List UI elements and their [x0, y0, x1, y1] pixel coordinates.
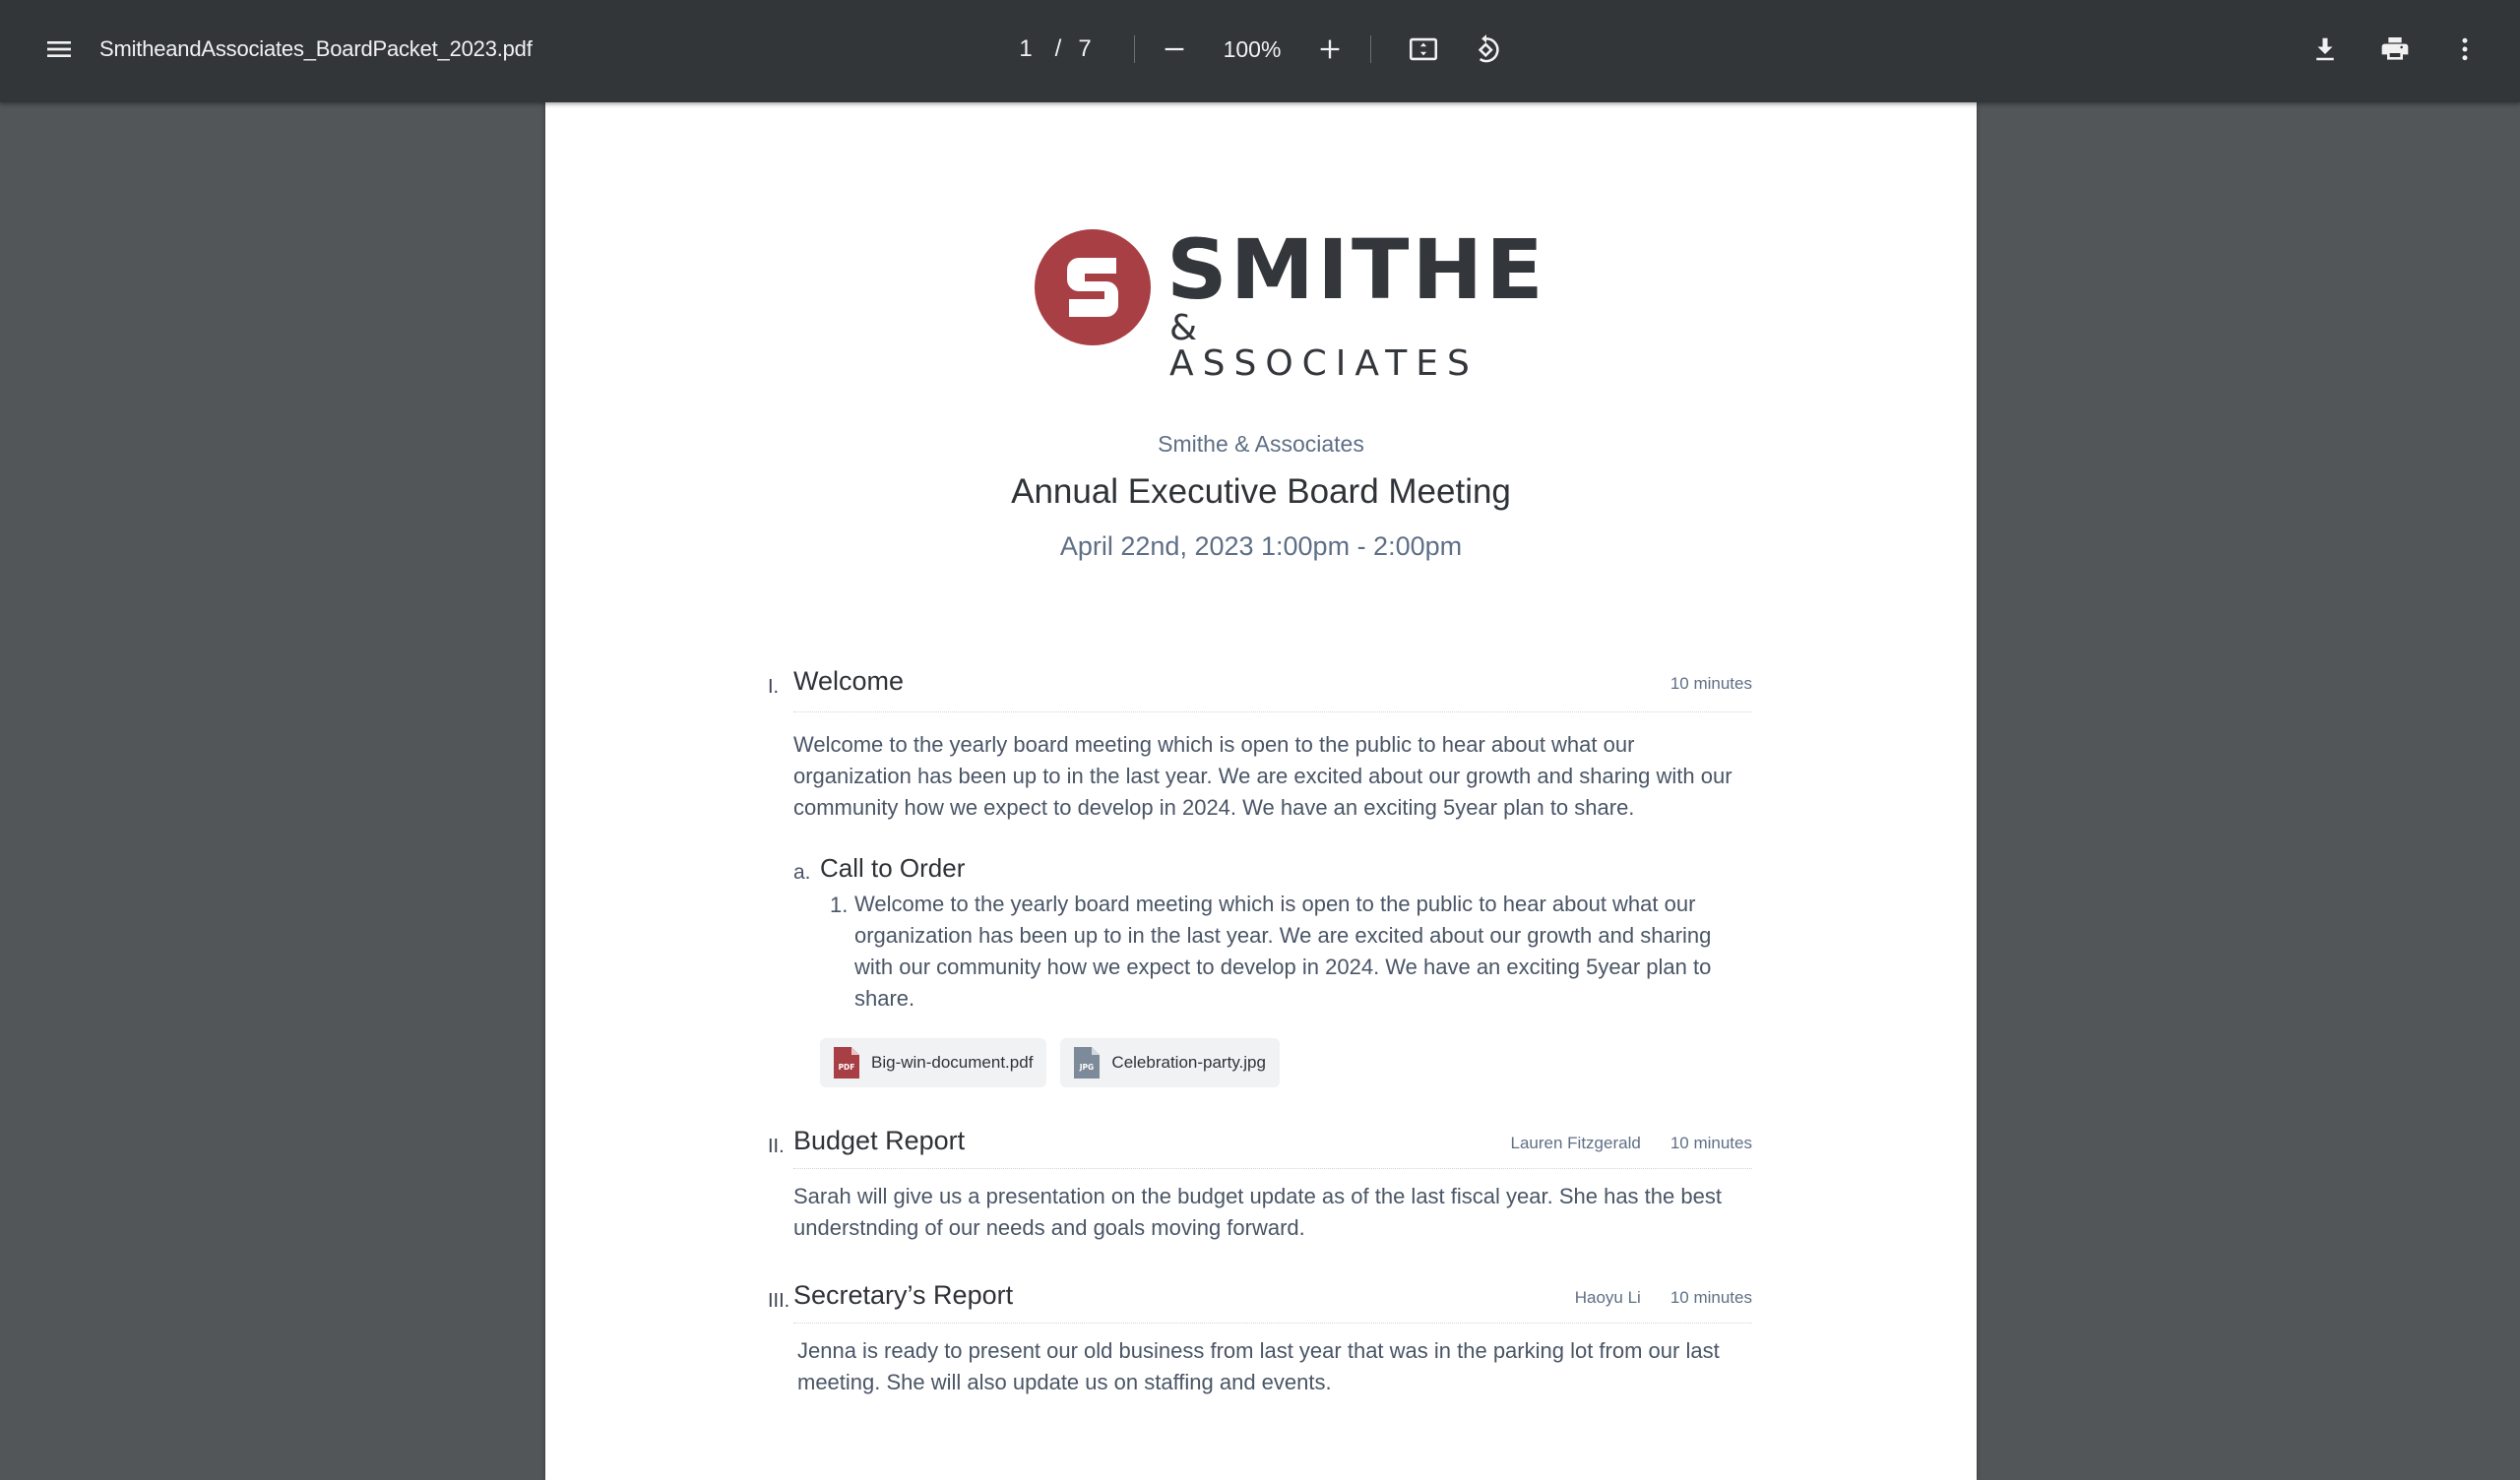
menu-icon [47, 41, 71, 57]
pdf-page: SMITHE & ASSOCIATES Smithe & Associates … [545, 102, 1977, 1480]
attachment-name: Big-win-document.pdf [871, 1053, 1034, 1072]
list-item-number: 1. [830, 893, 849, 917]
logo-mark-icon [1035, 229, 1151, 345]
toolbar-divider [1370, 35, 1371, 63]
rotate-button[interactable] [1459, 22, 1514, 77]
pdf-toolbar: SmitheandAssociates_BoardPacket_2023.pdf… [0, 0, 2520, 102]
section-title: Secretary’s Report [793, 1280, 1014, 1310]
rotate-counterclockwise-icon [1478, 34, 1499, 63]
download-icon [2316, 37, 2334, 61]
attachments-list: PDF Big-win-document.pdf JPG Celebration… [820, 1038, 1280, 1087]
logo-wordmark: SMITHE [1166, 221, 1546, 318]
current-page-input[interactable]: 1 [1009, 30, 1042, 69]
svg-text:JPG: JPG [1079, 1063, 1094, 1072]
section-number: I. [768, 676, 780, 698]
list-item-text: Welcome to the yearly board meeting whic… [854, 892, 1712, 1011]
subsection-title: Call to Order [820, 853, 966, 883]
pdf-file-icon: PDF [834, 1047, 859, 1079]
svg-text:PDF: PDF [839, 1063, 855, 1072]
total-pages: 7 [1078, 35, 1092, 62]
section-divider [793, 1168, 1752, 1169]
zoom-level[interactable]: 100% [1211, 30, 1293, 69]
attachment-pdf[interactable]: PDF Big-win-document.pdf [820, 1038, 1047, 1087]
section-title: Welcome [793, 666, 905, 696]
section-duration: 10 minutes [1670, 1134, 1752, 1152]
agenda-section-header: I. Welcome 10 minutes [768, 666, 1752, 706]
section-meta: Lauren Fitzgerald 10 minutes [1511, 1134, 1752, 1153]
menu-button[interactable] [32, 22, 87, 77]
minus-icon [1165, 47, 1184, 51]
section-divider [793, 1323, 1752, 1324]
zoom-in-button[interactable] [1302, 22, 1357, 77]
section-body: Welcome to the yearly board meeting whic… [793, 732, 1732, 820]
attachment-jpg[interactable]: JPG Celebration-party.jpg [1060, 1038, 1280, 1087]
organization-name: Smithe & Associates [1158, 431, 1364, 457]
section-number: II. [768, 1136, 785, 1157]
section-duration: 10 minutes [1670, 674, 1752, 693]
zoom-out-button[interactable] [1147, 22, 1202, 77]
section-meta: 10 minutes [1670, 674, 1752, 694]
meeting-title: Annual Executive Board Meeting [1011, 472, 1511, 511]
image-file-icon: JPG [1074, 1047, 1101, 1079]
document-title: SmitheandAssociates_BoardPacket_2023.pdf [99, 36, 533, 61]
plus-icon [1320, 39, 1340, 59]
logo-subline: & ASSOCIATES [1169, 308, 1479, 384]
section-number: III. [768, 1290, 790, 1312]
print-button[interactable] [2367, 22, 2423, 77]
section-divider [793, 711, 1752, 712]
attachment-name: Celebration-party.jpg [1111, 1053, 1266, 1072]
agenda-section-header: II. Budget Report Lauren Fitzgerald 10 m… [768, 1126, 1752, 1165]
page-separator: / [1054, 35, 1062, 62]
fit-to-page-button[interactable] [1396, 22, 1451, 77]
subsection-letter: a. [793, 861, 811, 884]
section-meta: Haoyu Li 10 minutes [1575, 1288, 1752, 1308]
section-title: Budget Report [793, 1126, 966, 1155]
agenda-section-header: III. Secretary’s Report Haoyu Li 10 minu… [768, 1280, 1752, 1320]
more-vertical-icon [2462, 37, 2468, 61]
section-body: Sarah will give us a presentation on the… [793, 1184, 1722, 1240]
company-logo: SMITHE & ASSOCIATES [1034, 228, 1544, 382]
meeting-date-time: April 22nd, 2023 1:00pm - 2:00pm [1059, 531, 1463, 561]
more-actions-button[interactable] [2437, 22, 2492, 77]
download-button[interactable] [2298, 22, 2353, 77]
print-icon [2381, 37, 2409, 60]
section-body: Jenna is ready to present our old busine… [797, 1338, 1720, 1394]
toolbar-divider [1134, 35, 1135, 63]
section-presenter: Haoyu Li [1574, 1288, 1641, 1307]
section-presenter: Lauren Fitzgerald [1510, 1134, 1641, 1152]
fit-to-page-icon [1409, 37, 1438, 61]
section-duration: 10 minutes [1670, 1288, 1752, 1307]
